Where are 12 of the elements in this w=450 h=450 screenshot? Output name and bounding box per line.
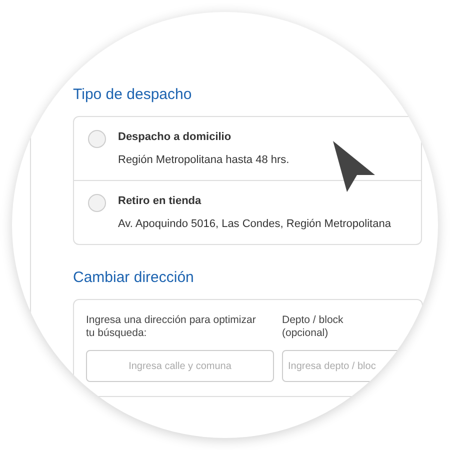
radio-button[interactable] — [88, 130, 106, 148]
option-title: Despacho a domicilio — [118, 130, 232, 145]
field-label: Depto / block (opcional) — [282, 314, 344, 342]
section-heading: Tipo de despacho — [73, 86, 193, 104]
input-field[interactable]: Ingresa calle y comuna — [86, 350, 274, 382]
option-detail: Av. Apoquindo 5016, Las Condes, Región Metropolitana — [118, 216, 391, 232]
field-label: Ingresa una dirección para optimizar tu búsqueda: — [86, 314, 257, 342]
option-detail: Región Metropolitana hasta 48 hrs. — [118, 152, 290, 168]
section-heading: Cambiar dirección — [73, 269, 195, 287]
option-title: Retiro en tienda — [118, 194, 202, 209]
cursor-icon — [331, 139, 377, 193]
radio-button[interactable] — [88, 194, 106, 212]
